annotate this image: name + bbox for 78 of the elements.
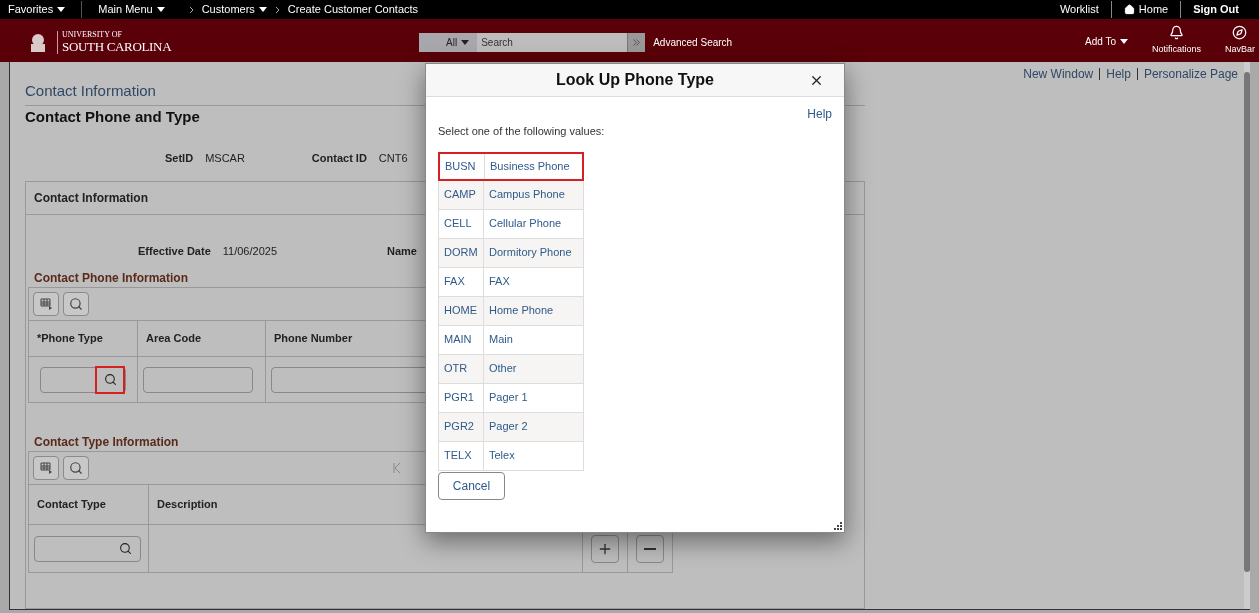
- lookup-row[interactable]: OTR Other: [438, 354, 584, 384]
- top-link[interactable]: Sign Out: [1193, 1, 1239, 18]
- advanced-search-link[interactable]: Advanced Search: [653, 35, 733, 50]
- lookup-button[interactable]: [95, 365, 125, 394]
- search-icon: [69, 461, 83, 475]
- chevron-icon: [188, 5, 194, 14]
- resize-grip-icon: [834, 522, 842, 530]
- close-icon: [809, 73, 824, 88]
- lookup-row[interactable]: CELL Cellular Phone: [438, 209, 584, 239]
- close-button[interactable]: [809, 73, 824, 88]
- grid-settings-button[interactable]: [33, 456, 59, 480]
- caret-icon: [461, 40, 470, 45]
- delete-row-button[interactable]: [636, 534, 665, 563]
- caret-icon: [258, 7, 267, 12]
- lookup-row[interactable]: PGR2 Pager 2: [438, 412, 584, 442]
- area-code-field[interactable]: [143, 366, 253, 393]
- lookup-row[interactable]: DORM Dormitory Phone: [438, 238, 584, 268]
- add-to-button[interactable]: Add To: [1085, 34, 1128, 49]
- instruction-text: Select one of the following values:: [438, 124, 606, 139]
- logo-subtitle: UNIVERSITY OF: [62, 31, 123, 39]
- caret-icon: [156, 7, 165, 12]
- minus-icon: [644, 547, 657, 550]
- chevron-icon: [274, 5, 280, 14]
- search-button[interactable]: [63, 456, 89, 480]
- lookup-row[interactable]: FAX FAX: [438, 267, 584, 297]
- lookup-row[interactable]: CAMP Campus Phone: [438, 180, 584, 210]
- contact-type-field[interactable]: [34, 535, 141, 562]
- lookup-row[interactable]: MAIN Main: [438, 325, 584, 355]
- help-link[interactable]: Help: [807, 105, 832, 123]
- field-label: Effective Date: [138, 243, 211, 259]
- search-icon: [119, 542, 132, 555]
- breadcrumb-link[interactable]: Create Customer Contacts: [287, 1, 419, 18]
- column-header: *Phone Type: [29, 321, 138, 356]
- menu-button[interactable]: Favorites: [8, 1, 83, 18]
- search-field[interactable]: Search: [477, 33, 628, 52]
- menu-button[interactable]: Main Menu: [98, 1, 181, 18]
- navbar-button[interactable]: NavBar: [1225, 25, 1255, 57]
- top-link[interactable]: Worklist: [1059, 1, 1099, 18]
- search-button[interactable]: [63, 292, 89, 316]
- column-header: Phone Number: [273, 331, 354, 347]
- compass-icon: [1232, 25, 1248, 40]
- search-icon: [69, 297, 83, 311]
- grid-icon: [40, 298, 52, 310]
- field-label: Contact ID: [311, 151, 367, 166]
- first-page-icon: [393, 463, 401, 473]
- search-go-button[interactable]: [627, 33, 646, 52]
- field-value: MSCAR: [205, 151, 245, 166]
- grid-settings-button[interactable]: [33, 292, 59, 316]
- section-subtitle: Contact Phone Information: [34, 270, 188, 287]
- home-icon: [1123, 4, 1135, 15]
- search-icon: [103, 373, 117, 386]
- notifications-button[interactable]: Notifications: [1151, 25, 1201, 57]
- page-link[interactable]: Help: [1106, 65, 1131, 83]
- top-link[interactable]: Home: [1138, 1, 1169, 18]
- field-label: Name: [387, 243, 417, 259]
- cancel-button[interactable]: Cancel: [438, 471, 505, 500]
- page-title: Contact Phone and Type: [25, 106, 200, 127]
- caret-icon: [1119, 39, 1128, 44]
- page-link[interactable]: New Window: [1023, 65, 1094, 83]
- field-value: CNT6: [378, 151, 408, 166]
- section-subtitle: Contact Type Information: [34, 434, 179, 451]
- lookup-row[interactable]: TELX Telex: [438, 441, 584, 471]
- double-chevron-icon: [633, 39, 641, 46]
- field-value: 11/06/2025: [222, 243, 277, 259]
- grid-icon: [40, 462, 52, 474]
- lookup-row[interactable]: HOME Home Phone: [438, 296, 584, 326]
- logo-title: SOUTH CAROLINA: [62, 39, 172, 54]
- breadcrumb-link[interactable]: Customers: [201, 1, 267, 18]
- lookup-row[interactable]: PGR1 Pager 1: [438, 383, 584, 413]
- add-row-button[interactable]: [591, 534, 620, 563]
- bell-icon: [1168, 25, 1184, 40]
- field-label: SetID: [165, 151, 194, 166]
- caret-icon: [57, 7, 66, 12]
- column-header: Area Code: [138, 321, 266, 356]
- column-header: Contact Type: [29, 485, 149, 524]
- phone-type-field[interactable]: [40, 366, 126, 393]
- page-link[interactable]: Personalize Page: [1143, 65, 1238, 83]
- search-scope-dropdown[interactable]: All: [419, 33, 478, 52]
